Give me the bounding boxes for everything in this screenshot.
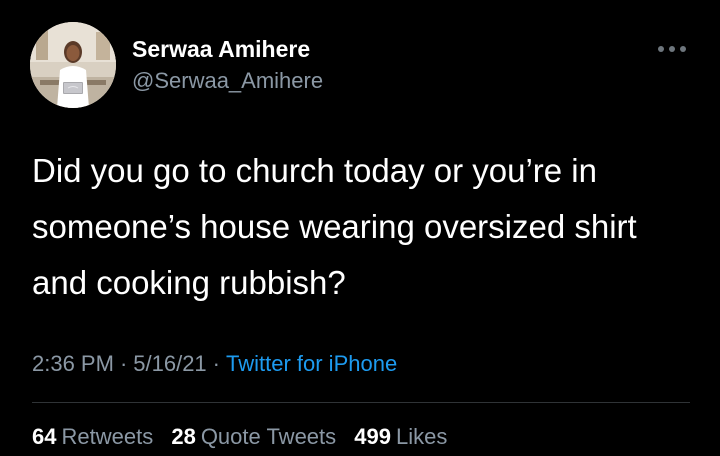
likes-label: Likes	[396, 424, 448, 449]
tweet-stats: 64 Retweets 28 Quote Tweets 499 Likes	[32, 424, 459, 450]
tweet-source-link[interactable]: Twitter for iPhone	[226, 351, 397, 376]
author-display-name[interactable]: Serwaa Amihere	[132, 36, 310, 63]
likes-stat[interactable]: 499 Likes	[354, 424, 447, 449]
retweets-label: Retweets	[61, 424, 154, 449]
retweets-count: 64	[32, 424, 57, 449]
tweet-time[interactable]: 2:36 PM	[32, 351, 114, 376]
tweet-text: Did you go to church today or you’re in …	[32, 152, 637, 301]
tweet-date[interactable]: 5/16/21	[133, 351, 206, 376]
quote-tweets-count: 28	[171, 424, 196, 449]
tweet-detail: Serwaa Amihere @Serwaa_Amihere Did you g…	[0, 0, 720, 456]
tweet-meta: 2:36 PM · 5/16/21 · Twitter for iPhone	[32, 351, 397, 377]
retweets-stat[interactable]: 64 Retweets	[32, 424, 153, 449]
quote-tweets-label: Quote Tweets	[200, 424, 337, 449]
quote-tweets-stat[interactable]: 28 Quote Tweets	[171, 424, 336, 449]
author-handle[interactable]: @Serwaa_Amihere	[132, 68, 323, 94]
meta-separator: ·	[119, 351, 128, 376]
divider	[32, 402, 690, 403]
likes-count: 499	[354, 424, 391, 449]
avatar[interactable]	[30, 22, 116, 108]
profile-photo-icon	[30, 22, 116, 108]
more-options-icon[interactable]	[655, 40, 689, 58]
meta-separator: ·	[212, 351, 220, 376]
